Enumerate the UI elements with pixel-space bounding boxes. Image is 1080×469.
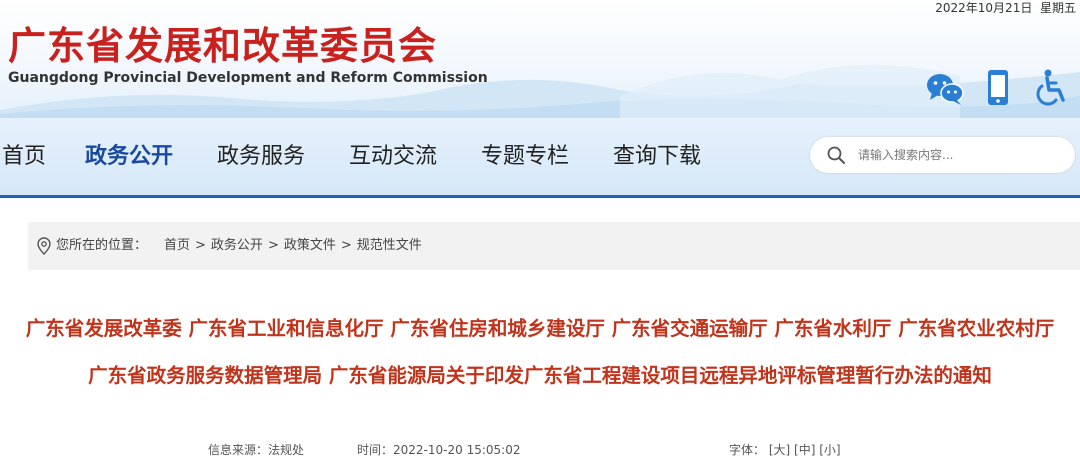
time-label: 时间： xyxy=(357,443,394,457)
breadcrumb-separator: > xyxy=(195,238,206,253)
article-time: 时间：2022-10-20 15:05:02 xyxy=(357,441,520,459)
accessibility-icon[interactable] xyxy=(1032,68,1072,108)
font-size-medium-button[interactable]: [中] xyxy=(794,443,815,457)
breadcrumb-separator: > xyxy=(267,238,279,253)
source-value: 法规处 xyxy=(268,443,305,457)
article-title: 广东省发展改革委 广东省工业和信息化厅 广东省住房和城乡建设厅 广东省交通运输厅… xyxy=(25,317,1055,387)
breadcrumb-item-home[interactable]: 首页 xyxy=(164,238,190,253)
search-box xyxy=(810,137,1075,173)
location-pin-icon xyxy=(37,237,51,255)
site-subtitle: Guangdong Provincial Development and Ref… xyxy=(8,70,488,86)
breadcrumb-separator: > xyxy=(340,238,352,253)
mobile-icon[interactable] xyxy=(978,68,1018,108)
font-size-label: 字体： xyxy=(729,443,766,457)
breadcrumb-item-normative-documents[interactable]: 规范性文件 xyxy=(357,238,422,253)
current-date: 2022年10月21日 星期五 xyxy=(935,0,1076,16)
weekday-text: 星期五 xyxy=(1039,1,1076,15)
font-size-controls: 字体： [大] [中] [小] xyxy=(729,441,841,459)
breadcrumb-item-policy-documents[interactable]: 政策文件 xyxy=(284,238,336,253)
nav-item-home[interactable]: 首页 xyxy=(2,142,46,172)
breadcrumb-trail: 首页 > 政务公开 > 政策文件 > 规范性文件 xyxy=(164,222,422,270)
search-input[interactable] xyxy=(858,144,1063,166)
main-nav: 首页 政务公开 政务服务 互动交流 专题专栏 查询下载 xyxy=(0,118,1080,198)
date-text: 2022年10月21日 xyxy=(935,1,1033,15)
source-label: 信息来源： xyxy=(208,443,269,457)
search-icon[interactable] xyxy=(826,145,846,165)
nav-item-interaction[interactable]: 互动交流 xyxy=(349,142,437,172)
font-size-large-button[interactable]: [大] xyxy=(769,443,790,457)
nav-item-special-topics[interactable]: 专题专栏 xyxy=(481,142,569,172)
breadcrumb-label: 您所在的位置： xyxy=(56,238,148,253)
font-size-small-button[interactable]: [小] xyxy=(819,443,840,457)
nav-item-query-download[interactable]: 查询下载 xyxy=(613,142,701,172)
site-title[interactable]: 广东省发展和改革委员会 xyxy=(8,24,437,68)
breadcrumb-item-government-affairs[interactable]: 政务公开 xyxy=(211,238,263,253)
wechat-icon[interactable] xyxy=(925,68,965,108)
article-source: 信息来源：法规处 xyxy=(208,441,304,459)
time-value: 2022-10-20 15:05:02 xyxy=(393,443,521,457)
nav-item-government-affairs-disclosure[interactable]: 政务公开 xyxy=(85,142,173,172)
breadcrumb: 您所在的位置： 首页 > 政务公开 > 政策文件 > 规范性文件 xyxy=(28,222,1080,270)
nav-item-government-services[interactable]: 政务服务 xyxy=(217,142,305,172)
site-header: 2022年10月21日 星期五 广东省发展和改革委员会 Guangdong Pr… xyxy=(0,0,1080,118)
